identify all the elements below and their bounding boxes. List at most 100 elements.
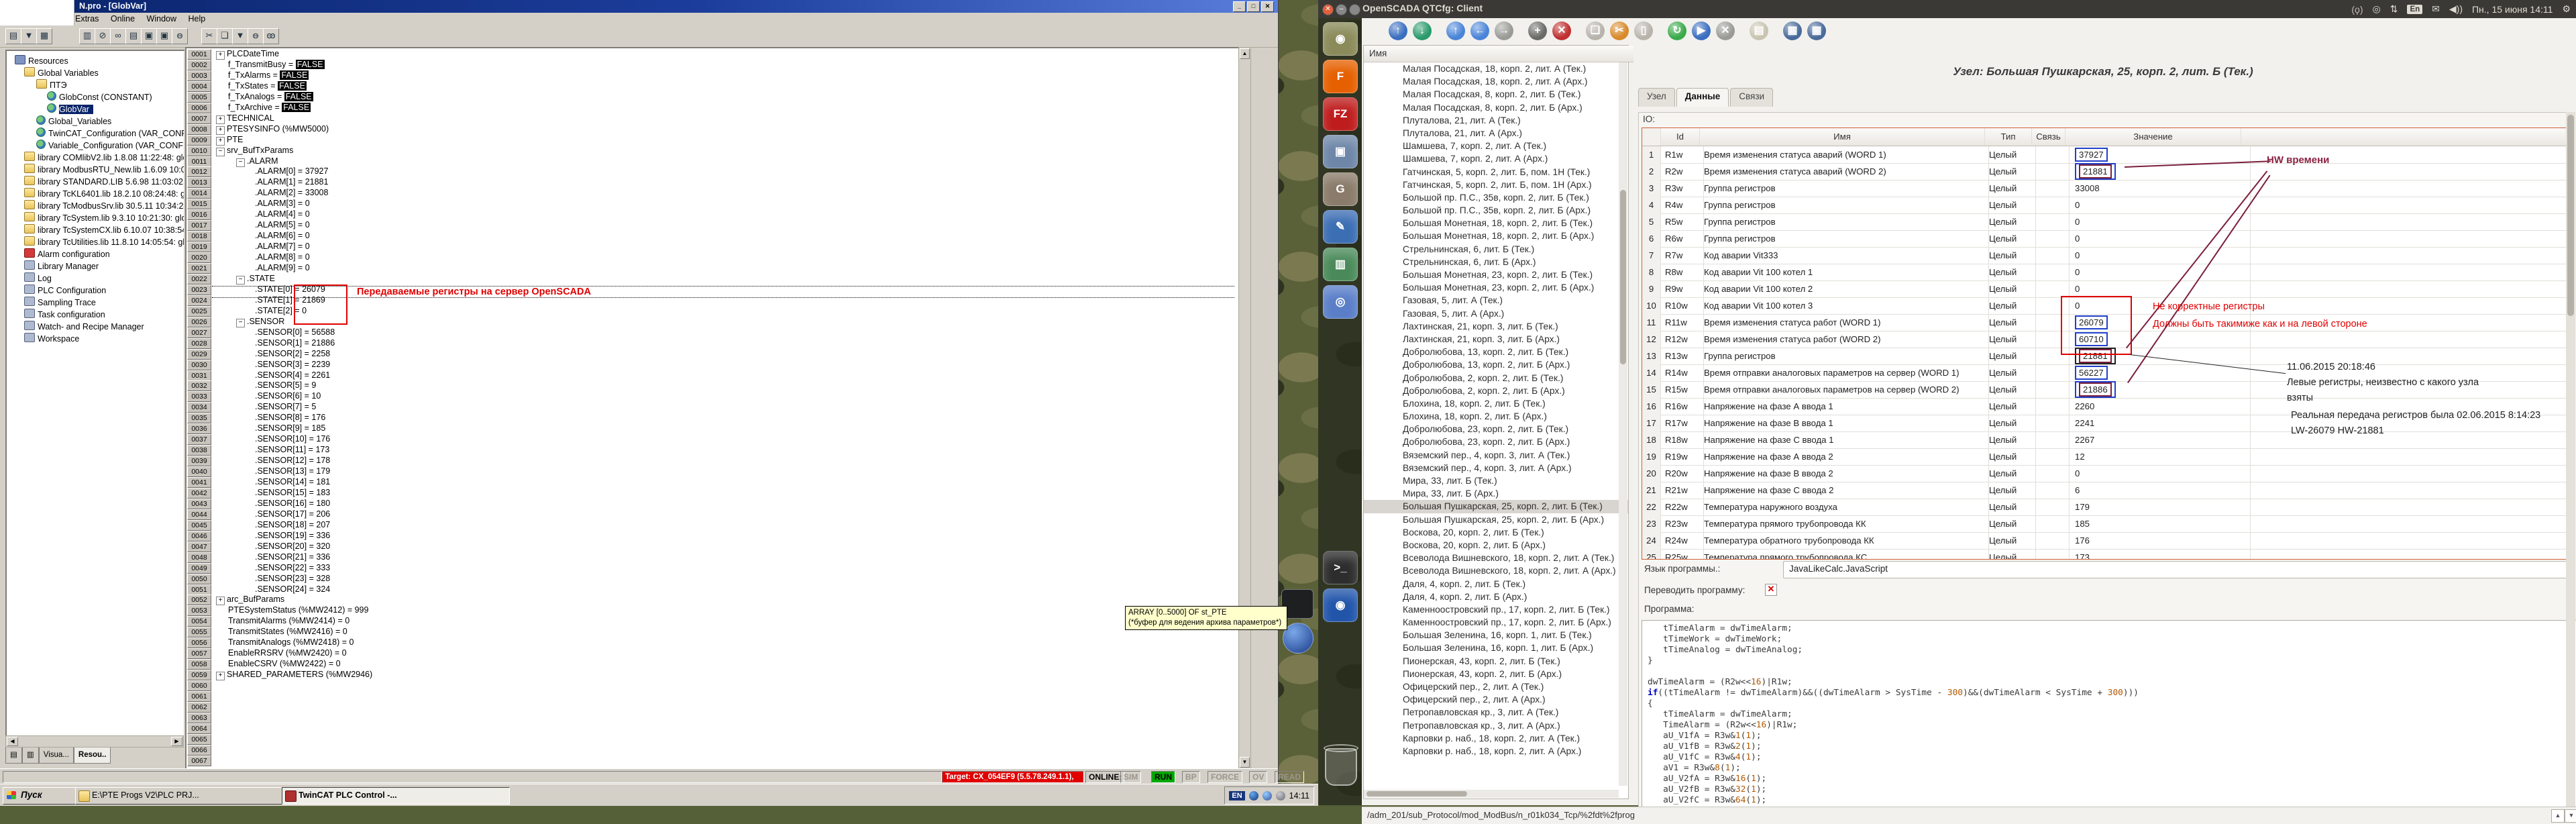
save-icon[interactable]: ▦ bbox=[36, 28, 52, 44]
table-row[interactable]: 20R20wНапряжение на фазе В ввода 2Целый0 bbox=[1642, 465, 2571, 482]
var-row[interactable]: 0005f_TxAnalogs = FALSE bbox=[186, 92, 1240, 103]
list-vscrollbar[interactable] bbox=[1619, 62, 1627, 786]
list-item[interactable]: Большая Зеленина, 16, корп. 1, лит. Б (Т… bbox=[1364, 629, 1628, 641]
expand-icon[interactable]: + bbox=[216, 126, 225, 135]
var-row[interactable]: 0015.ALARM[3] = 0 bbox=[186, 199, 1240, 209]
tree-item[interactable]: GlobConst (CONSTANT) bbox=[47, 91, 152, 103]
tree-item[interactable]: PLC Configuration bbox=[24, 285, 106, 296]
var-row[interactable]: 0051.SENSOR[24] = 324 bbox=[186, 584, 1240, 595]
save-icon[interactable]: ↓ bbox=[1413, 21, 1432, 40]
var-row[interactable]: 0046.SENSOR[19] = 336 bbox=[186, 531, 1240, 542]
value-cell[interactable]: 2241 bbox=[2065, 415, 2251, 431]
maximize-icon[interactable]: □ bbox=[1247, 1, 1260, 12]
maximize-icon[interactable] bbox=[1349, 4, 1360, 15]
scroll-up-icon[interactable]: ▲ bbox=[1240, 48, 1250, 59]
spin-up-icon[interactable]: ▲ bbox=[2551, 809, 2565, 823]
close-icon[interactable]: ✕ bbox=[1322, 4, 1334, 15]
value-cell[interactable]: 56227 bbox=[2065, 364, 2251, 381]
table-row[interactable]: 4R4wГруппа регистровЦелый0 bbox=[1642, 197, 2571, 214]
scroll-left-icon[interactable]: ◀ bbox=[7, 737, 18, 746]
tree-item[interactable]: GlobVar bbox=[47, 103, 93, 115]
logout-icon[interactable]: ▤ bbox=[125, 28, 142, 44]
table-row[interactable]: 24R24wТемпература обратного трубопровода… bbox=[1642, 532, 2571, 550]
var-row[interactable]: 0048.SENSOR[21] = 336 bbox=[186, 552, 1240, 563]
table-row[interactable]: 2R2wВремя изменения статуса аварий (WORD… bbox=[1642, 163, 2571, 181]
tab-узел[interactable]: Узел bbox=[1638, 88, 1675, 107]
tab-data-types[interactable]: ▥ bbox=[22, 748, 39, 764]
table-row[interactable]: 6R6wГруппа регистровЦелый0 bbox=[1642, 230, 2571, 248]
list-item[interactable]: Воскова, 20, корп. 2, лит. Б (Тек.) bbox=[1364, 526, 1628, 539]
table-row[interactable]: 1R1wВремя изменения статуса аварий (WORD… bbox=[1642, 146, 2571, 164]
var-row[interactable]: 0014.ALARM[2] = 33008 bbox=[186, 188, 1240, 199]
tree-item[interactable]: Global Variables bbox=[24, 67, 99, 79]
list-item[interactable]: Добролюбова, 23, корп. 2, лит. Б (Арх.) bbox=[1364, 435, 1628, 448]
var-row[interactable]: 0053PTESystemStatus (%MW2412) = 999 bbox=[186, 605, 1240, 616]
panel-clock[interactable]: Пн., 15 июня 14:11 bbox=[2472, 4, 2553, 15]
var-row[interactable]: 0010−srv_BufTxParams bbox=[186, 146, 1240, 156]
stop-pc-icon[interactable]: ▣ bbox=[156, 28, 172, 44]
var-row[interactable]: 0056TransmitAnalogs (%MW2418) = 0 bbox=[186, 637, 1240, 648]
refresh-icon[interactable]: ↻ bbox=[1668, 21, 1686, 40]
back-icon[interactable]: ← bbox=[1470, 21, 1489, 40]
list-item[interactable]: Большая Монетная, 23, корп. 2, лит. Б (А… bbox=[1364, 281, 1628, 294]
list-item[interactable]: Малая Посадская, 18, корп. 2, лит. А (Те… bbox=[1364, 62, 1628, 75]
var-row[interactable]: 0043.SENSOR[16] = 180 bbox=[186, 499, 1240, 509]
value-cell[interactable]: 176 bbox=[2065, 532, 2251, 549]
var-row[interactable]: 0033.SENSOR[6] = 10 bbox=[186, 391, 1240, 402]
tab-данные[interactable]: Данные bbox=[1676, 88, 1729, 107]
var-row[interactable]: 0058EnableCSRV (%MW2422) = 0 bbox=[186, 659, 1240, 670]
keyboard-layout-indicator[interactable]: En bbox=[2407, 5, 2422, 14]
list-item[interactable]: Большая Монетная, 18, корп. 2, лит. Б (А… bbox=[1364, 229, 1628, 242]
list-item[interactable]: Каменноостровский пр., 17, корп. 2, лит.… bbox=[1364, 616, 1628, 629]
list-item[interactable]: Большая Монетная, 23, корп. 2, лит. Б (Т… bbox=[1364, 268, 1628, 281]
rebuild-icon[interactable]: ▥ bbox=[79, 28, 95, 44]
login-icon[interactable]: ∞ bbox=[110, 28, 126, 44]
list-item[interactable]: Шамшева, 7, корп. 2, лит. А (Тек.) bbox=[1364, 140, 1628, 152]
list-item[interactable]: Добролюбова, 13, корп. 2, лит. Б (Тек.) bbox=[1364, 346, 1628, 358]
add-item-icon[interactable]: + bbox=[1528, 21, 1547, 40]
language-combo[interactable]: JavaLikeCalc.JavaScript bbox=[1783, 561, 2568, 578]
list-item[interactable]: Карповки р. наб., 18, корп. 2, лит. А (А… bbox=[1364, 745, 1628, 758]
new-file-icon[interactable]: ▤ bbox=[5, 28, 21, 44]
var-row[interactable]: 0019.ALARM[7] = 0 bbox=[186, 242, 1240, 252]
tree-item[interactable]: Global_Variables bbox=[36, 115, 111, 127]
tree-item[interactable]: Library Manager bbox=[24, 260, 99, 272]
var-row[interactable]: 0013.ALARM[1] = 21881 bbox=[186, 177, 1240, 188]
list-item[interactable]: Добролюбова, 23, корп. 2, лит. Б (Тек.) bbox=[1364, 423, 1628, 435]
list-item[interactable]: Малая Посадская, 18, корп. 2, лит. А (Ар… bbox=[1364, 75, 1628, 88]
var-row[interactable]: 0066 bbox=[186, 745, 1240, 756]
tab-resources[interactable]: Resou.. bbox=[74, 748, 111, 764]
session-gear-icon[interactable]: ⚙ bbox=[2562, 3, 2571, 15]
expand-icon[interactable]: + bbox=[216, 137, 225, 146]
collapse-icon[interactable]: − bbox=[236, 276, 245, 285]
list-item[interactable]: Даля, 4, корп. 2, лит. Б (Тек.) bbox=[1364, 578, 1628, 590]
table-row[interactable]: 3R3wГруппа регистровЦелый33008 bbox=[1642, 180, 2571, 197]
cut-icon[interactable]: ✂ bbox=[1610, 21, 1629, 40]
volume-icon[interactable]: ◀)) bbox=[2449, 3, 2463, 15]
list-item[interactable]: Вяземский пер., 4, корп. 3, лит. А (Арх.… bbox=[1364, 462, 1628, 474]
menu-window[interactable]: Window bbox=[147, 14, 176, 23]
var-row[interactable]: 0060 bbox=[186, 680, 1240, 691]
cut-icon[interactable]: ✂ bbox=[201, 28, 217, 44]
list-item[interactable]: Блохина, 18, корп. 2, лит. Б (Тек.) bbox=[1364, 397, 1628, 410]
list-item[interactable]: Большая Монетная, 18, корп. 2, лит. Б (Т… bbox=[1364, 217, 1628, 229]
stop-icon[interactable]: ⊘ bbox=[95, 28, 111, 44]
list-item[interactable]: Плуталова, 21, лит. А (Тек.) bbox=[1364, 114, 1628, 127]
column-header[interactable]: Имя bbox=[1700, 128, 1985, 146]
copy-icon[interactable]: ❏ bbox=[217, 28, 233, 44]
list-item[interactable]: Мира, 33, лит. Б (Тек.) bbox=[1364, 474, 1628, 487]
table-row[interactable]: 25R25wТемпература прямого трубопровода К… bbox=[1642, 549, 2571, 560]
program-code-editor[interactable]: tTimeAlarm = dwTimeAlarm; tTimeWork = dw… bbox=[1642, 620, 2576, 812]
list-item[interactable]: Газовая, 5, лит. А (Арх.) bbox=[1364, 307, 1628, 320]
var-row[interactable]: 0030.SENSOR[3] = 2239 bbox=[186, 360, 1240, 370]
var-row[interactable]: 0064 bbox=[186, 723, 1240, 734]
menu-extras[interactable]: Extras bbox=[75, 14, 99, 23]
table-row[interactable]: 8R8wКод аварии Vit 100 котел 1Целый0 bbox=[1642, 264, 2571, 281]
list-item[interactable]: Большая Пушкарская, 25, корп. 2, лит. Б … bbox=[1364, 513, 1628, 526]
table-row[interactable]: 21R21wНапряжение на фазе С ввода 2Целый6 bbox=[1642, 482, 2571, 499]
value-cell[interactable]: 2260 bbox=[2065, 398, 2251, 415]
list-item[interactable]: Большой пр. П.С., 35в, корп. 2, лит. Б (… bbox=[1364, 191, 1628, 204]
var-row[interactable]: 0018.ALARM[6] = 0 bbox=[186, 231, 1240, 242]
filezilla-icon[interactable]: FZ bbox=[1323, 97, 1358, 131]
var-row[interactable]: 0031.SENSOR[4] = 2261 bbox=[186, 370, 1240, 381]
